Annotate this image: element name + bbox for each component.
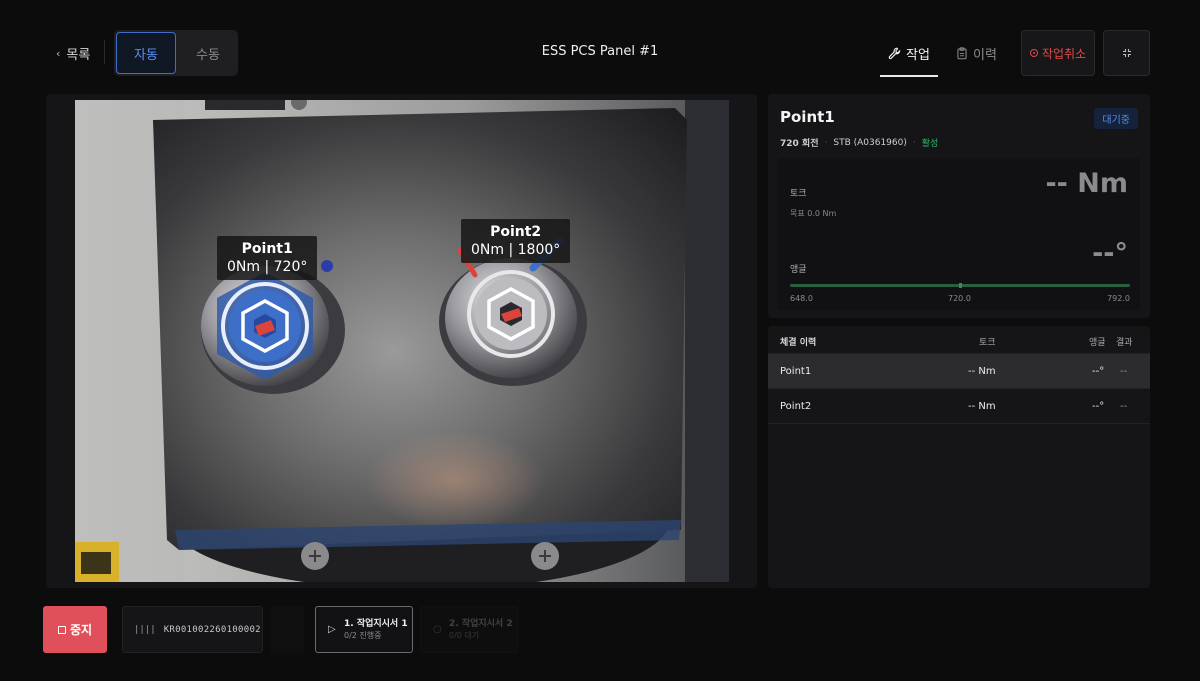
row-angle: --° xyxy=(1092,401,1105,412)
tab-work[interactable]: 작업 xyxy=(880,44,938,77)
tab-history-label: 이력 xyxy=(973,48,997,63)
cancel-work-label: 작업취소 xyxy=(1041,46,1087,61)
rotation-count: 720 회전 xyxy=(780,139,819,149)
barcode-icon: |||| xyxy=(134,624,156,635)
table-row[interactable]: Point2 -- Nm --° -- xyxy=(768,388,1150,423)
torque-label: 토크 xyxy=(790,189,807,199)
pending-circle-icon: ○ xyxy=(433,624,442,635)
work-order-2-title: 2. 작업지시서 2 xyxy=(449,619,513,629)
angle-label: 앵글 xyxy=(790,265,807,275)
mode-auto-button[interactable]: 자동 xyxy=(116,32,177,74)
point-name: Point1 xyxy=(780,108,835,126)
point2-reading: 0Nm | 1800° xyxy=(471,242,561,258)
clipboard-icon xyxy=(957,47,967,60)
angle-range-bar xyxy=(790,283,1130,288)
fullscreen-toggle-button[interactable] xyxy=(1103,30,1150,76)
tool-id: STB (A0361960) xyxy=(833,137,907,148)
measurement-box: 토크 목표 0.0 Nm -- Nm 앵글 --° 648.0 720.0 79… xyxy=(778,158,1140,310)
row-point: Point1 xyxy=(780,366,812,377)
back-to-list-button[interactable]: ‹ 목록 xyxy=(56,44,90,63)
play-icon: ▷ xyxy=(328,624,336,635)
tab-history[interactable]: 이력 xyxy=(956,44,997,63)
status-badge: 대기중 xyxy=(1094,108,1138,129)
row-angle: --° xyxy=(1092,366,1105,377)
work-order-2[interactable]: ○ 2. 작업지시서 2 0/0 대기 xyxy=(420,606,518,653)
row-torque: -- Nm xyxy=(968,366,996,377)
tab-work-label: 작업 xyxy=(906,48,930,63)
point2-label: Point2 0Nm | 1800° xyxy=(461,219,571,263)
wrench-icon xyxy=(888,47,901,60)
row-torque: -- Nm xyxy=(968,401,996,412)
footer-spacer xyxy=(270,606,304,653)
row-result: -- xyxy=(1120,401,1128,412)
work-order-1[interactable]: ▷ 1. 작업지시서 1 0/2 진행중 xyxy=(315,606,413,653)
meta-separator: · xyxy=(912,137,916,148)
camera-photo: Point1 0Nm | 720° Point2 0Nm | 1800° xyxy=(75,100,729,582)
point2-name: Point2 xyxy=(490,224,542,240)
fastening-history-table: 체결 이력 토크 앵글 결과 Point1 -- Nm --° -- Point… xyxy=(768,326,1150,588)
range-min: 648.0 xyxy=(790,294,813,303)
table-bottom-border xyxy=(768,423,1150,424)
cancel-work-button[interactable]: 작업취소 xyxy=(1021,30,1095,76)
angle-target-marker xyxy=(959,283,962,288)
mode-toggle: 자동 수동 xyxy=(114,30,238,76)
meta-separator: · xyxy=(824,137,828,148)
point1-label: Point1 0Nm | 720° xyxy=(217,236,318,280)
torque-value: -- Nm xyxy=(1045,168,1128,199)
mode-manual-button[interactable]: 수동 xyxy=(178,32,238,74)
col-result: 결과 xyxy=(1116,338,1133,348)
back-label: 목록 xyxy=(66,48,91,63)
barcode-field[interactable]: |||| KR001002260100002 xyxy=(122,606,263,653)
stop-circle-icon xyxy=(1029,49,1038,57)
table-row[interactable]: Point1 -- Nm --° -- xyxy=(768,353,1150,388)
point1-name: Point1 xyxy=(241,241,293,257)
point-meta: 720 회전 · STB (A0361960) · 활성 xyxy=(780,136,939,150)
col-name: 체결 이력 xyxy=(780,338,817,348)
work-order-2-status: 0/0 대기 xyxy=(449,631,480,640)
table-header: 체결 이력 토크 앵글 결과 xyxy=(768,326,1150,353)
stop-label: 중지 xyxy=(69,623,93,637)
angle-value: --° xyxy=(1092,238,1128,269)
torque-target: 목표 0.0 Nm xyxy=(790,209,837,218)
camera-image xyxy=(75,100,729,582)
row-result: -- xyxy=(1120,366,1128,377)
range-max: 792.0 xyxy=(1107,294,1130,303)
work-order-1-title: 1. 작업지시서 1 xyxy=(344,619,408,629)
active-state: 활성 xyxy=(921,139,939,149)
col-torque: 토크 xyxy=(979,338,996,348)
stop-button[interactable]: 중지 xyxy=(43,606,107,653)
work-order-1-status: 0/2 진행중 xyxy=(344,631,382,640)
point1-reading: 0Nm | 720° xyxy=(227,259,308,275)
header-divider xyxy=(104,40,105,64)
stop-square-icon xyxy=(57,625,66,634)
chevron-left-icon: ‹ xyxy=(56,47,61,60)
row-point: Point2 xyxy=(780,401,812,412)
point-detail-panel: Point1 대기중 720 회전 · STB (A0361960) · 활성 … xyxy=(768,94,1150,318)
top-bar: ‹ 목록 자동 수동 ESS PCS Panel #1 작업 이력 작업취소 xyxy=(0,0,1200,106)
barcode-value: KR001002260100002 xyxy=(163,624,261,635)
range-mid: 720.0 xyxy=(948,294,971,303)
col-angle: 앵글 xyxy=(1089,338,1106,348)
collapse-icon xyxy=(1122,49,1131,57)
